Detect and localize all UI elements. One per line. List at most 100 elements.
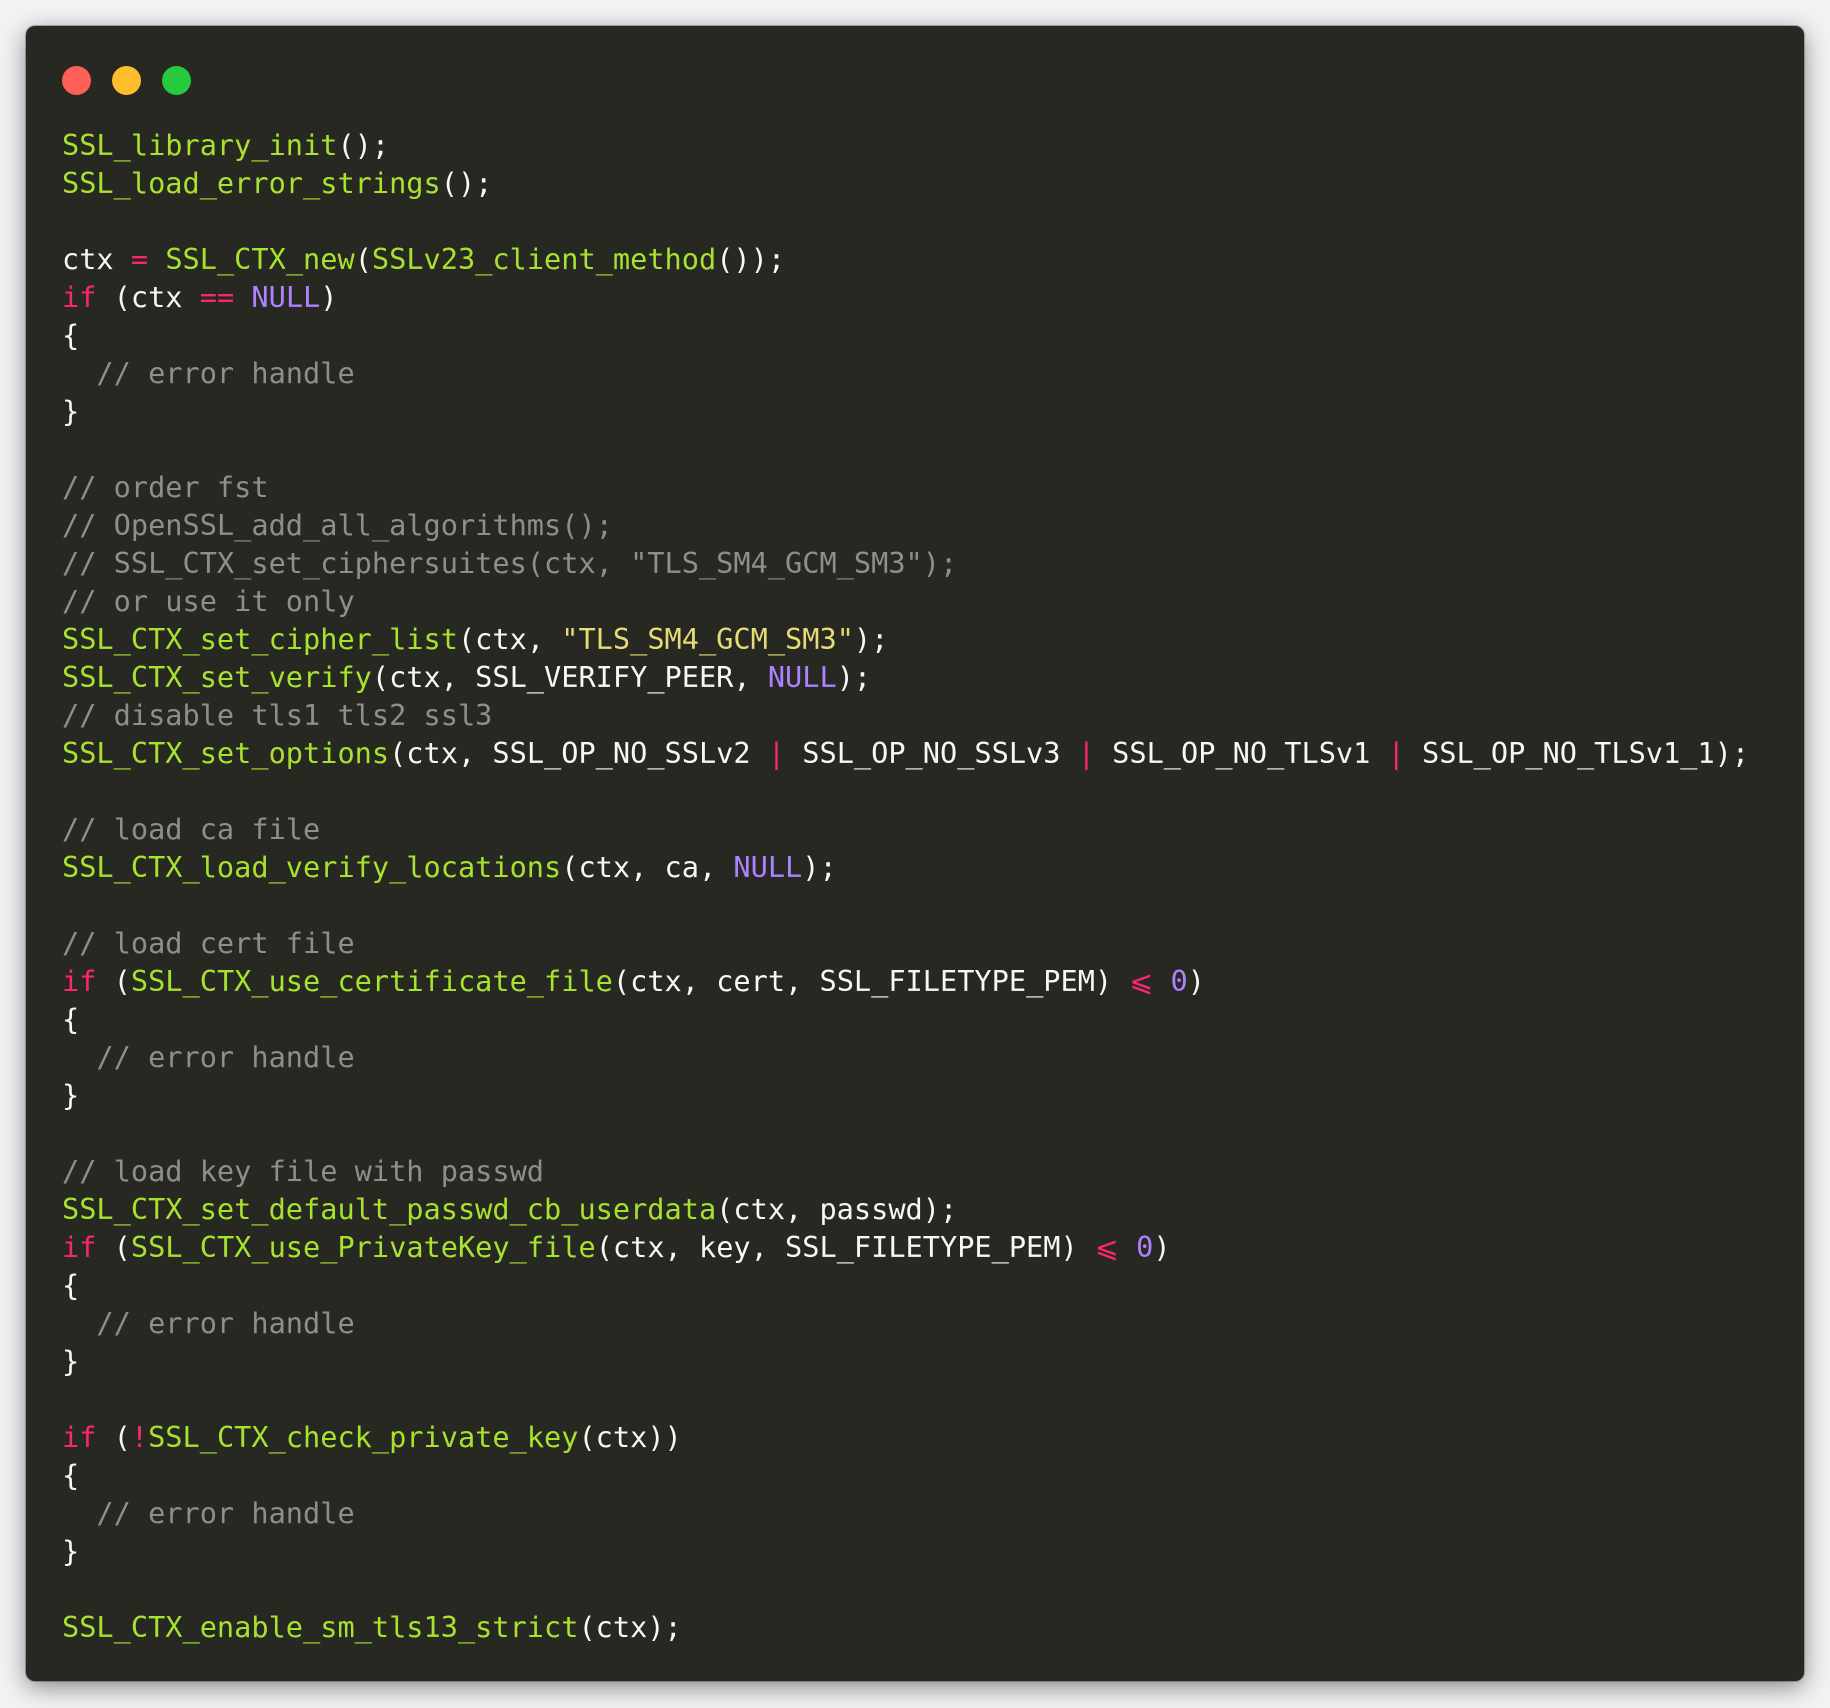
plain-token: (ctx, passwd); xyxy=(716,1192,958,1226)
code-line: { xyxy=(62,1266,1749,1304)
code-line: // load ca file xyxy=(62,810,1749,848)
plain-token: } xyxy=(62,1344,80,1378)
plain-token: (ctx, ca, xyxy=(561,850,734,884)
comment-token: // load key file with passwd xyxy=(62,1154,545,1188)
code-line: } xyxy=(62,392,1749,430)
keyword-token: if xyxy=(62,1230,97,1264)
comment-token: // or use it only xyxy=(62,584,355,618)
constant-token: 0 xyxy=(1170,964,1188,998)
window-controls xyxy=(62,66,191,95)
code-line: SSL_CTX_set_options(ctx, SSL_OP_NO_SSLv2… xyxy=(62,734,1749,772)
code-line: // OpenSSL_add_all_algorithms(); xyxy=(62,506,1749,544)
code-line: // or use it only xyxy=(62,582,1749,620)
plain-token: (); xyxy=(440,166,493,200)
comment-token: // order fst xyxy=(62,470,269,504)
function-token: SSL_CTX_new xyxy=(165,242,355,276)
plain-token: } xyxy=(62,1534,80,1568)
operator-token: = xyxy=(130,242,149,276)
code-line: { xyxy=(62,1456,1749,1494)
plain-token: ); xyxy=(836,660,872,694)
operator-token: == xyxy=(199,280,235,314)
plain-token: (ctx xyxy=(96,280,200,314)
plain-token: ( xyxy=(96,1230,131,1264)
function-token: SSL_CTX_use_certificate_file xyxy=(130,964,613,998)
constant-token: NULL xyxy=(733,850,803,884)
code-line: // SSL_CTX_set_ciphersuites(ctx, "TLS_SM… xyxy=(62,544,1749,582)
plain-token: ); xyxy=(853,622,889,656)
close-button[interactable] xyxy=(62,66,91,95)
code-line: SSL_load_error_strings(); xyxy=(62,164,1749,202)
plain-token: SSL_OP_NO_TLSv1_1); xyxy=(1404,736,1750,770)
code-line: // error handle xyxy=(62,354,1749,392)
code-line: { xyxy=(62,1000,1749,1038)
comment-token: // error handle xyxy=(62,1306,355,1340)
code-block: SSL_library_init(); SSL_load_error_string… xyxy=(62,126,1749,1646)
function-token: SSL_CTX_set_default_passwd_cb_userdata xyxy=(62,1192,717,1226)
comment-token: // error handle xyxy=(62,1040,355,1074)
code-line: SSL_CTX_set_verify(ctx, SSL_VERIFY_PEER,… xyxy=(62,658,1749,696)
code-line: SSL_library_init(); xyxy=(62,126,1749,164)
function-token: SSL_library_init xyxy=(62,128,338,162)
function-token: SSL_CTX_use_PrivateKey_file xyxy=(130,1230,596,1264)
function-token: SSL_load_error_strings xyxy=(62,166,441,200)
code-line: if (ctx == NULL) xyxy=(62,278,1749,316)
operator-token: ⩽ xyxy=(1129,964,1154,998)
code-line: SSL_CTX_load_verify_locations(ctx, ca, N… xyxy=(62,848,1749,886)
function-token: SSLv23_client_method xyxy=(371,242,717,276)
comment-token: // load cert file xyxy=(62,926,355,960)
keyword-token: if xyxy=(62,280,97,314)
code-line: if (SSL_CTX_use_PrivateKey_file(ctx, key… xyxy=(62,1228,1749,1266)
function-token: SSL_CTX_check_private_key xyxy=(148,1420,579,1454)
operator-token: ! xyxy=(130,1420,149,1454)
plain-token: (ctx, cert, SSL_FILETYPE_PEM) xyxy=(612,964,1130,998)
plain-token: ) xyxy=(1187,964,1205,998)
zoom-button[interactable] xyxy=(162,66,191,95)
comment-token: // error handle xyxy=(62,1496,355,1530)
code-line: // order fst xyxy=(62,468,1749,506)
minimize-button[interactable] xyxy=(112,66,141,95)
plain-token: (ctx); xyxy=(578,1610,682,1644)
comment-token: // SSL_CTX_set_ciphersuites(ctx, "TLS_SM… xyxy=(62,546,958,580)
plain-token: (); xyxy=(337,128,390,162)
plain-token: } xyxy=(62,394,80,428)
function-token: SSL_CTX_load_verify_locations xyxy=(62,850,562,884)
function-token: SSL_CTX_set_options xyxy=(62,736,390,770)
keyword-token: if xyxy=(62,1420,97,1454)
comment-token: // load ca file xyxy=(62,812,321,846)
comment-token: // OpenSSL_add_all_algorithms(); xyxy=(62,508,613,542)
plain-token: { xyxy=(62,318,80,352)
plain-token: SSL_OP_NO_TLSv1 xyxy=(1094,736,1388,770)
code-line: SSL_CTX_set_cipher_list(ctx, "TLS_SM4_GC… xyxy=(62,620,1749,658)
code-line: // error handle xyxy=(62,1494,1749,1532)
keyword-token: if xyxy=(62,964,97,998)
plain-token: (ctx, SSL_OP_NO_SSLv2 xyxy=(389,736,768,770)
code-line: SSL_CTX_set_default_passwd_cb_userdata(c… xyxy=(62,1190,1749,1228)
code-line: // disable tls1 tls2 ssl3 xyxy=(62,696,1749,734)
code-line: { xyxy=(62,316,1749,354)
identifier-token xyxy=(148,242,165,276)
code-line: } xyxy=(62,1076,1749,1114)
operator-token: ⩽ xyxy=(1094,1230,1119,1264)
function-token: SSL_CTX_set_verify xyxy=(62,660,372,694)
function-token: SSL_CTX_enable_sm_tls13_strict xyxy=(62,1610,579,1644)
plain-token: ) xyxy=(1153,1230,1171,1264)
plain-token: (ctx, key, SSL_FILETYPE_PEM) xyxy=(595,1230,1095,1264)
plain-token: (ctx, xyxy=(457,622,562,656)
plain-token: ( xyxy=(96,964,131,998)
code-line: // error handle xyxy=(62,1304,1749,1342)
constant-token: 0 xyxy=(1136,1230,1154,1264)
plain-token: ()); xyxy=(716,242,786,276)
code-line: // error handle xyxy=(62,1038,1749,1076)
plain-token: ( xyxy=(96,1420,131,1454)
code-line: // load key file with passwd xyxy=(62,1152,1749,1190)
plain-token: ( xyxy=(354,242,372,276)
comment-token: // disable tls1 tls2 ssl3 xyxy=(62,698,493,732)
constant-token: NULL xyxy=(767,660,837,694)
